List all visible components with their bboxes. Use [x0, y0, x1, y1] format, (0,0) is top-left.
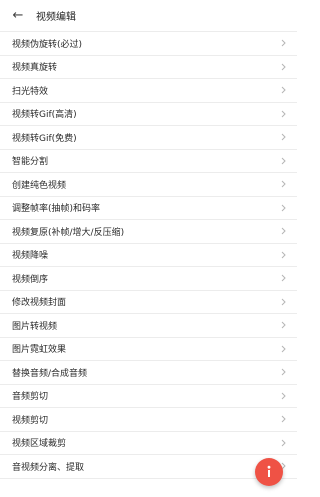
menu-item-label: 视频伪旋转(必过)	[12, 39, 83, 50]
menu-item[interactable]: 视频区域裁剪	[0, 432, 297, 455]
menu-item[interactable]: 视频伪旋转(必过)	[0, 32, 297, 56]
menu-item[interactable]: 视频转Gif(高清)	[0, 103, 297, 126]
app-bar: ← 视频编辑	[0, 0, 297, 32]
menu-item[interactable]: 视频倒序	[0, 267, 297, 291]
menu-item-label: 音频剪切	[12, 392, 49, 403]
page-title: 视频编辑	[36, 12, 76, 23]
menu-item-label: 视频降噪	[12, 251, 49, 262]
menu-item[interactable]: 扫光特效	[0, 79, 297, 103]
info-icon	[267, 465, 271, 477]
chevron-right-icon	[279, 250, 287, 260]
menu-item[interactable]: 音频剪切	[0, 385, 297, 408]
menu-item-label: 图片转视频	[12, 321, 58, 332]
video-edit-screen: ← 视频编辑 视频伪旋转(必过) 视频真旋转扫光特效视频转Gif(高清) 视频转Gi…	[0, 0, 297, 497]
menu-item[interactable]: 调整帧率(抽帧)和码率	[0, 197, 297, 220]
menu-item-label: 视频转Gif(免费)	[12, 133, 77, 144]
menu-list: 视频伪旋转(必过) 视频真旋转扫光特效视频转Gif(高清) 视频转Gif(免费) 智能…	[0, 32, 297, 479]
menu-item[interactable]: 视频真旋转	[0, 56, 297, 79]
menu-item-label: 视频区域裁剪	[12, 439, 67, 450]
chevron-right-icon	[279, 273, 287, 283]
fab-button[interactable]	[255, 458, 283, 486]
menu-item[interactable]: 音视频分离、提取	[0, 455, 297, 479]
menu-item[interactable]: 视频复原(补帧/增大/反压缩)	[0, 220, 297, 244]
chevron-right-icon	[279, 62, 287, 72]
menu-item[interactable]: 替换音频/合成音频	[0, 361, 297, 385]
chevron-right-icon	[279, 226, 287, 236]
menu-item[interactable]: 创建纯色视频	[0, 173, 297, 197]
chevron-right-icon	[279, 38, 287, 48]
menu-item-label: 扫光特效	[12, 86, 49, 97]
chevron-right-icon	[279, 203, 287, 213]
menu-item[interactable]: 视频降噪	[0, 244, 297, 267]
menu-item-label: 图片霓虹效果	[12, 345, 67, 356]
chevron-right-icon	[279, 438, 287, 448]
menu-item-label: 视频剪切	[12, 415, 49, 426]
menu-item-label: 调整帧率(抽帧)和码率	[12, 204, 101, 215]
menu-item[interactable]: 视频剪切	[0, 408, 297, 432]
menu-item[interactable]: 视频转Gif(免费)	[0, 126, 297, 150]
menu-item-label: 音视频分离、提取	[12, 462, 85, 473]
chevron-right-icon	[279, 414, 287, 424]
menu-item[interactable]: 修改视频封面	[0, 291, 297, 314]
menu-item-label: 视频倒序	[12, 274, 49, 285]
chevron-right-icon	[279, 320, 287, 330]
chevron-right-icon	[279, 109, 287, 119]
menu-item-label: 创建纯色视频	[12, 180, 67, 191]
chevron-right-icon	[279, 85, 287, 95]
chevron-right-icon	[279, 344, 287, 354]
menu-item-label: 视频真旋转	[12, 63, 58, 74]
menu-item-label: 修改视频封面	[12, 298, 67, 309]
back-button[interactable]: ←	[0, 0, 36, 32]
chevron-right-icon	[279, 391, 287, 401]
chevron-right-icon	[279, 179, 287, 189]
chevron-right-icon	[279, 132, 287, 142]
menu-item-label: 视频转Gif(高清)	[12, 110, 77, 121]
arrow-left-icon: ←	[12, 8, 24, 23]
chevron-right-icon	[279, 297, 287, 307]
menu-item-label: 替换音频/合成音频	[12, 368, 88, 379]
chevron-right-icon	[279, 367, 287, 377]
menu-item-label: 智能分割	[12, 157, 49, 168]
menu-item[interactable]: 智能分割	[0, 150, 297, 173]
menu-item[interactable]: 图片转视频	[0, 314, 297, 338]
menu-item-label: 视频复原(补帧/增大/反压缩)	[12, 227, 125, 238]
menu-item[interactable]: 图片霓虹效果	[0, 338, 297, 361]
chevron-right-icon	[279, 156, 287, 166]
